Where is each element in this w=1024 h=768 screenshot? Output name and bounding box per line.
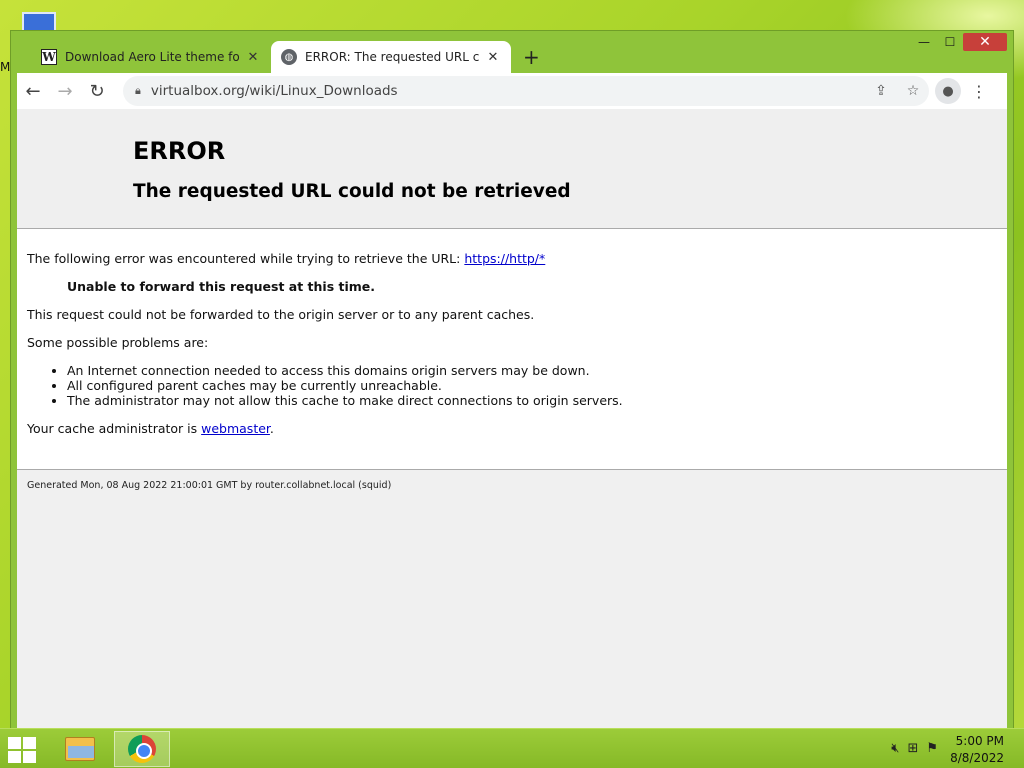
page-subtitle: The requested URL could not be retrieved bbox=[133, 181, 571, 202]
page-content: ERROR The requested URL could not be ret… bbox=[17, 109, 1007, 729]
error-body: The following error was encountered whil… bbox=[17, 229, 1007, 470]
taskbar: 🔇︎ ⊞ ⚑ 5:00 PM 8/8/2022 bbox=[0, 728, 1024, 768]
clock-date: 8/8/2022 bbox=[950, 751, 1004, 765]
intro-text: The following error was encountered whil… bbox=[27, 251, 465, 266]
browser-window: — ☐ ✕ W Download Aero Lite theme for W ✕… bbox=[10, 30, 1014, 736]
globe-favicon-icon: ◍ bbox=[281, 49, 297, 65]
tab-strip: W Download Aero Lite theme for W ✕ ◍ ERR… bbox=[17, 39, 917, 73]
error-detail: This request could not be forwarded to t… bbox=[27, 307, 535, 322]
start-button-windows-icon[interactable] bbox=[8, 737, 36, 763]
close-window-button[interactable]: ✕ bbox=[963, 33, 1007, 51]
address-bar[interactable]: 🔒︎ virtualbox.org/wiki/Linux_Downloads ⇪… bbox=[123, 76, 929, 106]
lock-icon[interactable]: 🔒︎ bbox=[135, 84, 141, 98]
list-item: The administrator may not allow this cac… bbox=[67, 393, 997, 408]
chrome-icon bbox=[128, 735, 156, 763]
omnibox-actions: ⇪ ☆ bbox=[865, 83, 929, 99]
list-item: All configured parent caches may be curr… bbox=[67, 378, 997, 393]
url-text[interactable]: virtualbox.org/wiki/Linux_Downloads bbox=[151, 83, 398, 99]
admin-prefix: Your cache administrator is bbox=[27, 421, 202, 436]
profile-avatar-icon[interactable]: ● bbox=[935, 78, 961, 104]
taskbar-clock[interactable]: 5:00 PM 8/8/2022 bbox=[950, 733, 1004, 767]
webmaster-link[interactable]: webmaster bbox=[201, 421, 270, 436]
list-item: An Internet connection needed to access … bbox=[67, 363, 997, 378]
tab-title: ERROR: The requested URL could bbox=[305, 50, 479, 64]
admin-line: Your cache administrator is webmaster. bbox=[27, 421, 997, 436]
taskbar-file-explorer[interactable] bbox=[52, 731, 108, 767]
tab-close-icon[interactable]: ✕ bbox=[245, 50, 261, 65]
error-intro: The following error was encountered whil… bbox=[27, 251, 997, 266]
problems-list: An Internet connection needed to access … bbox=[27, 363, 997, 408]
share-icon[interactable]: ⇪ bbox=[865, 83, 897, 99]
maximize-button[interactable]: ☐ bbox=[937, 33, 963, 51]
bookmark-star-icon[interactable]: ☆ bbox=[897, 83, 929, 99]
network-icon[interactable]: ⊞ bbox=[907, 741, 918, 756]
folder-icon bbox=[65, 737, 95, 761]
tab-title: Download Aero Lite theme for W bbox=[65, 50, 239, 64]
tab-error[interactable]: ◍ ERROR: The requested URL could ✕ bbox=[271, 41, 511, 73]
browser-toolbar: ← → ↻ 🔒︎ virtualbox.org/wiki/Linux_Downl… bbox=[17, 73, 1007, 109]
wikipedia-favicon-icon: W bbox=[41, 49, 57, 65]
speaker-muted-icon[interactable]: 🔇︎ bbox=[891, 741, 899, 756]
tab-close-icon[interactable]: ✕ bbox=[485, 50, 501, 65]
back-button[interactable]: ← bbox=[17, 75, 49, 107]
page-title: ERROR bbox=[133, 137, 226, 165]
requested-url-link[interactable]: https://http/* bbox=[464, 251, 545, 266]
desktop-icon-label: M bbox=[0, 60, 11, 74]
forward-button[interactable]: → bbox=[49, 75, 81, 107]
window-controls: — ☐ ✕ bbox=[911, 33, 1007, 53]
action-center-flag-icon[interactable]: ⚑ bbox=[926, 741, 938, 756]
error-header: ERROR The requested URL could not be ret… bbox=[17, 109, 1007, 229]
admin-suffix: . bbox=[269, 421, 274, 436]
system-tray: 🔇︎ ⊞ ⚑ bbox=[891, 741, 938, 756]
taskbar-chrome[interactable] bbox=[114, 731, 170, 767]
error-title: Unable to forward this request at this t… bbox=[67, 279, 376, 294]
clock-time: 5:00 PM bbox=[955, 734, 1004, 748]
problems-label: Some possible problems are: bbox=[27, 335, 209, 350]
browser-menu-icon[interactable]: ⋮ bbox=[967, 82, 991, 101]
generated-footer: Generated Mon, 08 Aug 2022 21:00:01 GMT … bbox=[27, 480, 392, 491]
new-tab-button[interactable]: + bbox=[523, 45, 540, 69]
reload-button[interactable]: ↻ bbox=[81, 75, 113, 107]
tab-aero-lite[interactable]: W Download Aero Lite theme for W ✕ bbox=[31, 41, 271, 73]
